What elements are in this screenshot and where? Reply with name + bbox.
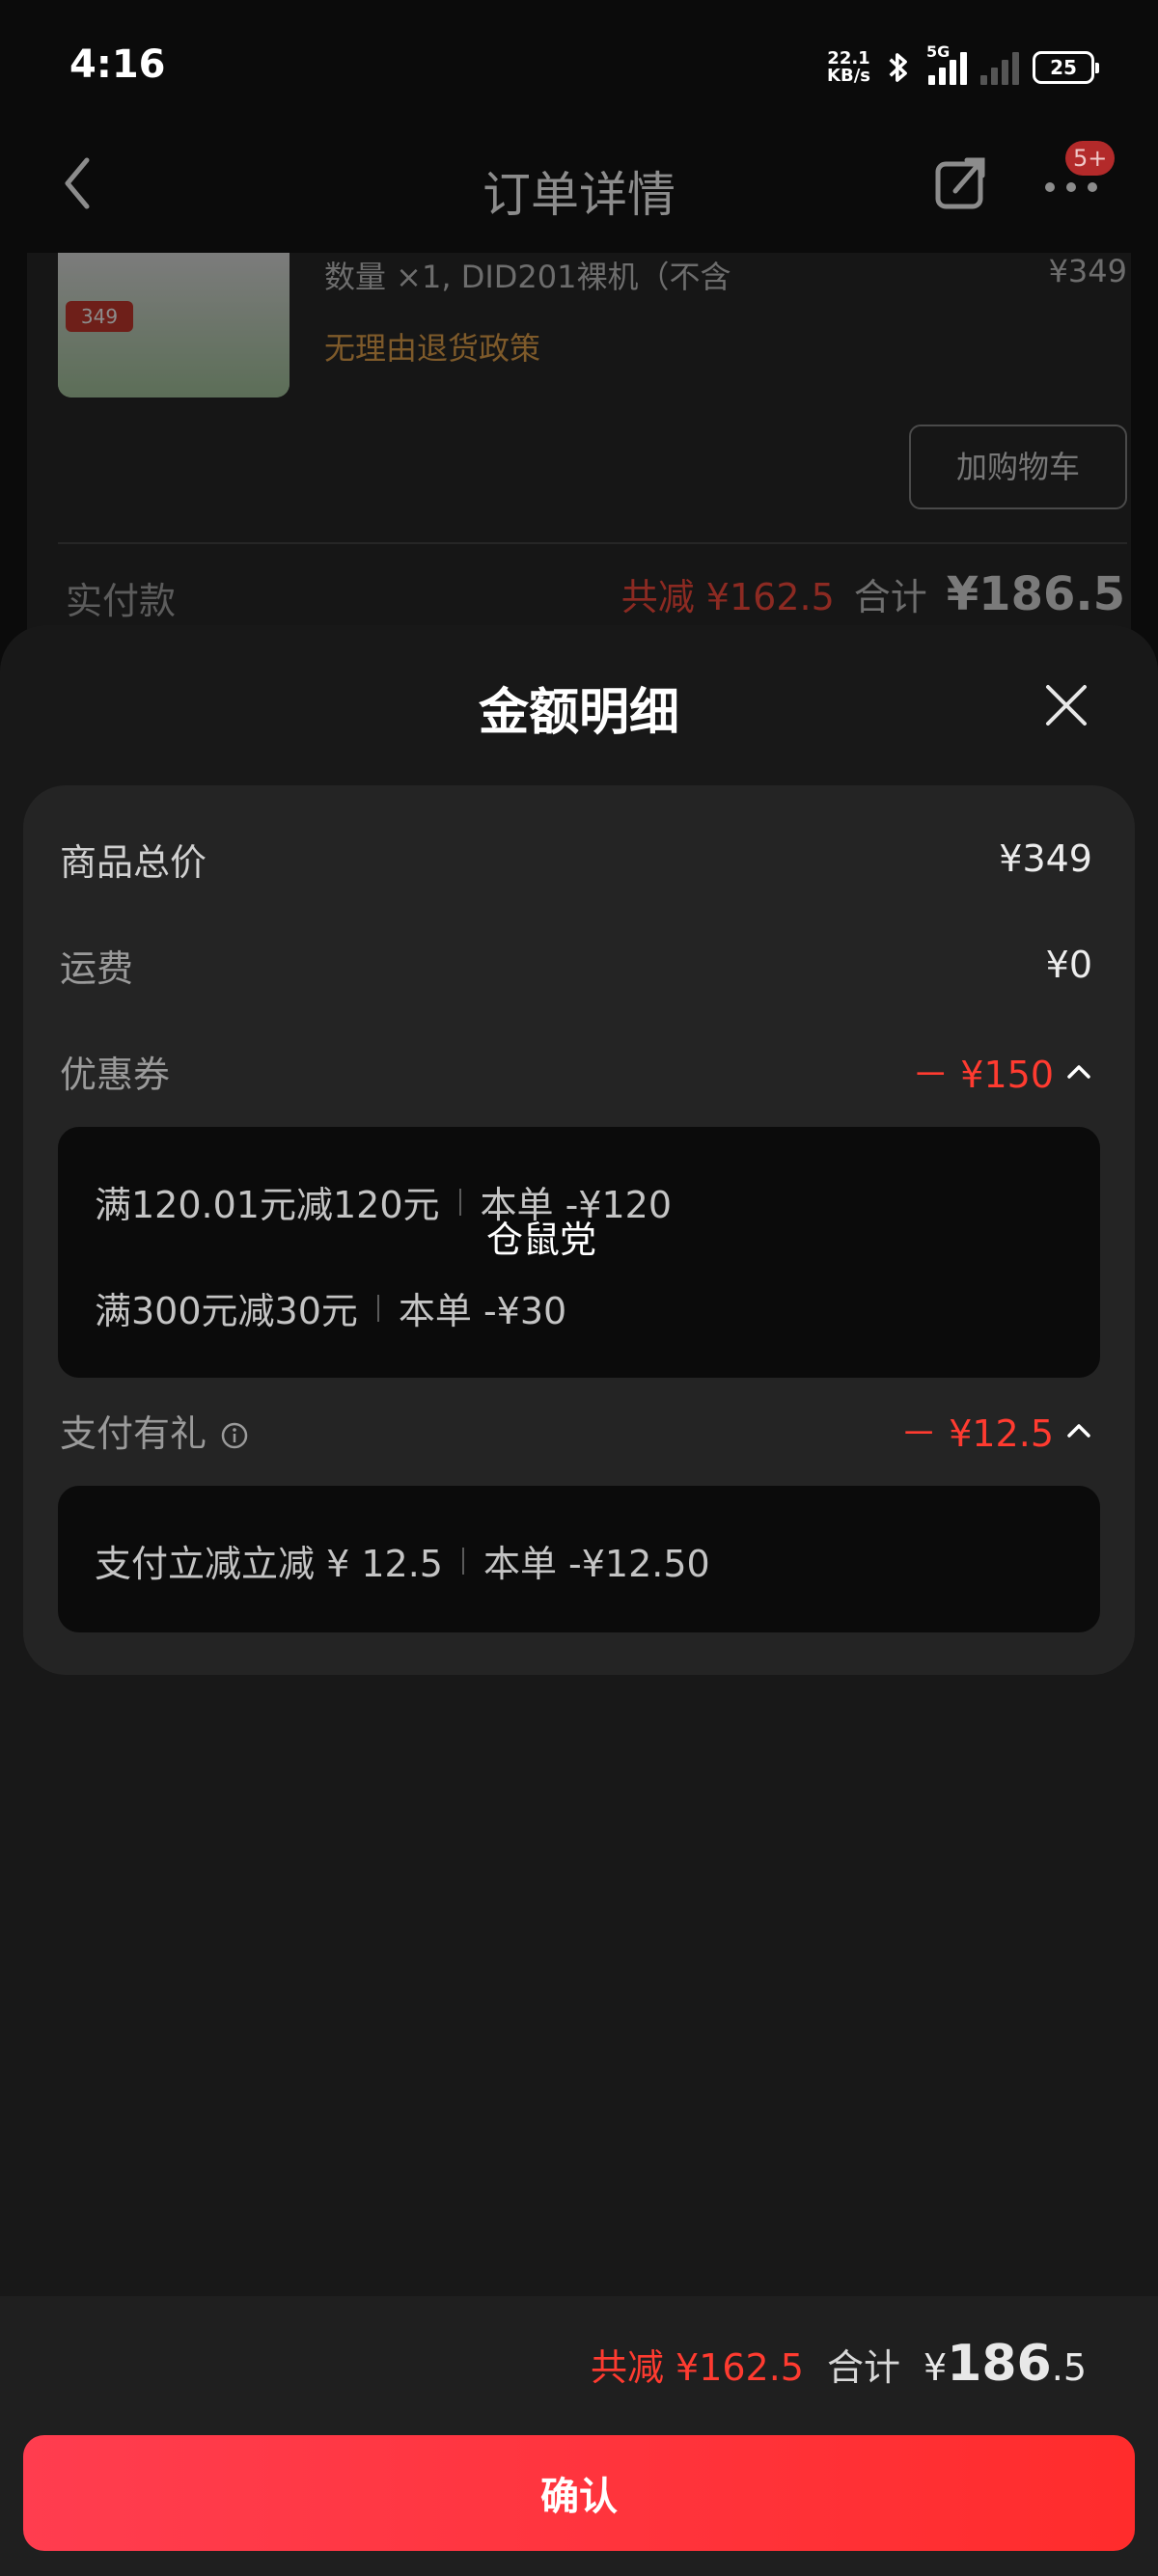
bluetooth-icon <box>889 53 907 82</box>
page-header: 订单详情 5+ <box>0 135 1158 253</box>
close-icon[interactable] <box>1044 683 1089 727</box>
network-type: 5G <box>926 42 951 61</box>
pay-gift-row[interactable]: 支付有礼 － ¥12.5 <box>60 1401 1092 1459</box>
shipping-value: ¥0 <box>1045 944 1092 986</box>
footer-saved: 共减 ¥162.5 <box>590 2346 804 2389</box>
order-background: 349 数量 ×1, DID201裸机（不含 ¥349 无理由退货政策 加购物车… <box>27 253 1131 658</box>
total-decimal: .5 <box>1051 2346 1087 2389</box>
currency-symbol: ¥ <box>924 2346 948 2389</box>
coupon-rule: 满300元减30元 <box>95 1290 358 1332</box>
pay-gift-amount: － ¥12.5 <box>900 1411 1054 1455</box>
product-image: 349 <box>58 253 290 397</box>
info-icon[interactable] <box>220 1421 249 1450</box>
paid-total: ¥186.5 <box>946 567 1125 621</box>
coupon-amount: － ¥150 <box>912 1053 1054 1096</box>
pay-gift-item: 支付立减立减 ¥ 12.5 本单 -¥12.50 <box>95 1534 710 1587</box>
goods-total-row: 商品总价 ¥349 <box>60 830 1092 888</box>
status-bar: 4:16 22.1 KB/s 5G 25 <box>0 0 1158 135</box>
paid-saved: 共减 ¥162.5 <box>620 576 835 618</box>
paid-label: 实付款 <box>66 580 177 622</box>
battery-icon: 25 <box>1033 51 1099 84</box>
pay-gift-label: 支付有礼 <box>60 1411 207 1455</box>
sheet-title: 金额明细 <box>478 684 679 742</box>
coupon-row[interactable]: 优惠券 － ¥150 <box>60 1042 1092 1100</box>
notification-badge: 5+ <box>1065 141 1116 176</box>
coupon-label: 优惠券 <box>60 1053 171 1096</box>
footer-bar: 共减 ¥162.5 合计 ¥186.5 确认 <box>0 2296 1158 2576</box>
separator <box>458 1188 461 1216</box>
coupon-value[interactable]: － ¥150 <box>912 1045 1092 1098</box>
goods-total-label: 商品总价 <box>60 840 207 884</box>
separator <box>376 1294 379 1322</box>
chevron-up-icon[interactable] <box>1065 1420 1092 1439</box>
product-spec[interactable]: 数量 ×1, DID201裸机（不含 <box>324 253 731 297</box>
add-to-cart-button[interactable]: 加购物车 <box>909 425 1127 509</box>
footer-summary: 共减 ¥162.5 合计 ¥186.5 <box>591 2335 1087 2393</box>
coupon-item: 满300元减30元 本单 -¥30 <box>95 1281 566 1334</box>
paid-total-label: 合计 <box>853 576 927 618</box>
shipping-label: 运费 <box>60 946 134 990</box>
amount-detail-sheet: 金额明细 商品总价 ¥349 运费 ¥0 优惠券 － ¥150 满120.01元… <box>0 625 1158 2576</box>
status-icons: 22.1 KB/s 5G 25 <box>827 42 1099 89</box>
shipping-row: 运费 ¥0 <box>60 936 1092 994</box>
chevron-up-icon[interactable] <box>1065 1061 1092 1081</box>
signal-5g-icon: 5G <box>926 42 967 85</box>
pay-gift-rule: 支付立减立减 ¥ 12.5 <box>95 1543 443 1585</box>
footer-total-label: 合计 <box>826 2346 900 2389</box>
return-policy: 无理由退货政策 <box>324 330 541 367</box>
net-speed-unit: KB/s <box>827 66 870 86</box>
goods-total-value: ¥349 <box>999 837 1092 880</box>
pay-gift-label-wrap: 支付有礼 <box>60 1404 249 1457</box>
paid-summary[interactable]: 共减 ¥162.5 合计 ¥186.5 <box>621 567 1125 621</box>
share-icon[interactable] <box>932 154 990 212</box>
pay-gift-detail: 本单 -¥12.50 <box>482 1543 710 1585</box>
coupon-rule: 满120.01元减120元 <box>95 1184 440 1226</box>
status-time: 4:16 <box>69 42 166 87</box>
separator <box>461 1547 464 1575</box>
confirm-button[interactable]: 确认 <box>23 2435 1135 2551</box>
battery-level: 25 <box>1050 56 1077 79</box>
watermark: 仓鼠党 <box>486 1219 597 1261</box>
coupon-detail: 本单 -¥30 <box>398 1290 567 1332</box>
net-speed: 22.1 KB/s <box>827 50 870 85</box>
signal-sim2-icon <box>980 50 1019 85</box>
pay-gift-detail-box: 支付立减立减 ¥ 12.5 本单 -¥12.50 <box>58 1486 1100 1632</box>
pay-gift-value[interactable]: － ¥12.5 <box>900 1404 1092 1457</box>
product-price: ¥349 <box>1048 253 1127 289</box>
total-integer: 186 <box>947 2335 1052 2393</box>
more-icon[interactable] <box>1042 178 1100 197</box>
divider <box>58 542 1127 544</box>
footer-total: ¥186.5 <box>924 2335 1087 2393</box>
